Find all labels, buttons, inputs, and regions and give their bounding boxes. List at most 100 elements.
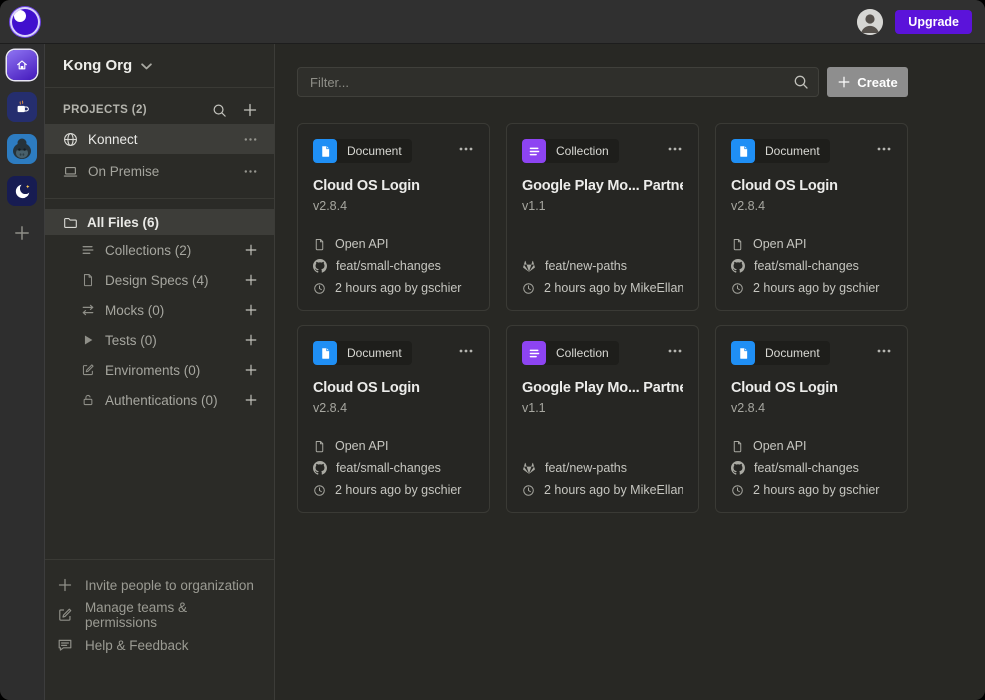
file-type-icon (522, 139, 546, 163)
card-title: Cloud OS Login (731, 178, 892, 194)
sidebar-item-design-specs[interactable]: Design Specs (4) (45, 265, 274, 295)
card-title: Google Play Mo... Partner (522, 380, 683, 396)
card-format: Open API (335, 237, 389, 251)
sidebar-item-konnect[interactable]: Konnect (45, 124, 274, 154)
document-icon (81, 273, 95, 287)
swap-arrows-icon (81, 303, 95, 317)
sidebar-item-authentications[interactable]: Authentications (0) (45, 385, 274, 415)
house-glyph (12, 55, 32, 75)
plus-icon (244, 363, 258, 377)
insomnia-logo-icon[interactable] (10, 7, 40, 37)
card-updated-row: 2 hours ago by MikeEllan... (522, 281, 683, 295)
card-version: v1.1 (522, 199, 683, 213)
card-more-button[interactable] (876, 341, 892, 361)
app-body: Kong Org PROJECTS (2) Konnect (0, 44, 985, 700)
project-more-button[interactable] (243, 132, 258, 147)
search-projects-button[interactable] (212, 103, 227, 118)
sidebar-item-mocks[interactable]: Mocks (0) (45, 295, 274, 325)
sidebar-item-tests[interactable]: Tests (0) (45, 325, 274, 355)
file-card[interactable]: Collection Google Play Mo... Partner v1.… (506, 123, 699, 311)
card-more-button[interactable] (458, 139, 474, 159)
card-format: Open API (753, 237, 807, 251)
sidebar-divider (45, 198, 274, 199)
organization-rail (0, 44, 45, 700)
file-type-icon (522, 341, 546, 365)
add-environment-button[interactable] (244, 363, 258, 377)
file-card[interactable]: Document Cloud OS Login v2.8.4 Open API (297, 123, 490, 311)
file-type-badge: Document (313, 139, 412, 163)
clock-icon (522, 484, 535, 497)
project-more-button[interactable] (243, 164, 258, 179)
all-files-label: All Files (6) (87, 215, 159, 230)
create-button[interactable]: Create (827, 67, 908, 97)
sidebar-item-all-files[interactable]: All Files (6) (45, 209, 274, 235)
add-test-button[interactable] (244, 333, 258, 347)
card-branch-row: feat/small-changes (731, 461, 892, 475)
sidebar-item-collections[interactable]: Collections (2) (45, 235, 274, 265)
github-icon (731, 461, 745, 475)
card-updated: 2 hours ago by MikeEllan... (544, 281, 683, 295)
plus-icon (837, 75, 851, 89)
filter-field-wrap (297, 67, 819, 97)
file-type-icon (731, 341, 755, 365)
card-title: Google Play Mo... Partner (522, 178, 683, 194)
tree-item-label: Tests (0) (105, 333, 234, 348)
document-icon (319, 347, 332, 360)
projects-header: PROJECTS (2) (45, 96, 274, 124)
card-branch-row: feat/small-changes (313, 259, 474, 273)
more-options-icon (667, 343, 683, 359)
plus-icon (57, 577, 73, 593)
sidebar: Kong Org PROJECTS (2) Konnect (45, 44, 275, 700)
card-updated-row: 2 hours ago by gschier (731, 483, 892, 497)
user-avatar[interactable] (857, 9, 883, 35)
card-updated: 2 hours ago by gschier (753, 281, 879, 295)
plus-icon (244, 333, 258, 347)
org-switcher[interactable]: Kong Org (45, 44, 274, 88)
add-design-spec-button[interactable] (244, 273, 258, 287)
moon-app-icon[interactable] (7, 176, 37, 206)
clock-icon (522, 282, 535, 295)
more-options-icon (243, 164, 258, 179)
filter-input[interactable] (297, 67, 819, 97)
card-updated: 2 hours ago by gschier (753, 483, 879, 497)
add-authentication-button[interactable] (244, 393, 258, 407)
card-title: Cloud OS Login (313, 178, 474, 194)
card-more-button[interactable] (458, 341, 474, 361)
manage-teams-button[interactable]: Manage teams & permissions (45, 600, 274, 630)
file-card[interactable]: Document Cloud OS Login v2.8.4 Open API (297, 325, 490, 513)
card-more-button[interactable] (667, 139, 683, 159)
file-type-badge: Collection (522, 139, 619, 163)
card-header: Document (313, 341, 474, 365)
file-card[interactable]: Document Cloud OS Login v2.8.4 Open API (715, 123, 908, 311)
sidebar-item-environments[interactable]: Enviroments (0) (45, 355, 274, 385)
more-options-icon (458, 141, 474, 157)
file-card[interactable]: Collection Google Play Mo... Partner v1.… (506, 325, 699, 513)
card-updated: 2 hours ago by gschier (335, 483, 461, 497)
file-card[interactable]: Document Cloud OS Login v2.8.4 Open API (715, 325, 908, 513)
lock-icon (81, 393, 95, 407)
project-label: On Premise (88, 164, 233, 179)
help-feedback-button[interactable]: Help & Feedback (45, 630, 274, 660)
invite-people-button[interactable]: Invite people to organization (45, 570, 274, 600)
footer-item-label: Help & Feedback (85, 638, 189, 653)
add-project-button[interactable] (242, 102, 258, 118)
footer-item-label: Manage teams & permissions (85, 600, 262, 630)
topbar-right: Upgrade (857, 9, 972, 35)
add-organization-icon[interactable] (7, 218, 37, 248)
tree-item-label: Enviroments (0) (105, 363, 234, 378)
add-collection-button[interactable] (244, 243, 258, 257)
coffee-app-icon[interactable] (7, 92, 37, 122)
sidebar-item-on-premise[interactable]: On Premise (45, 156, 274, 186)
collection-icon (528, 145, 541, 158)
card-more-button[interactable] (876, 139, 892, 159)
plus-icon (244, 243, 258, 257)
upgrade-button[interactable]: Upgrade (895, 10, 972, 34)
gorilla-avatar-icon[interactable] (7, 134, 37, 164)
project-files-grid: Document Cloud OS Login v2.8.4 Open API (297, 123, 985, 513)
card-more-button[interactable] (667, 341, 683, 361)
card-branch: feat/small-changes (754, 259, 859, 273)
card-header: Collection (522, 341, 683, 365)
home-icon[interactable] (7, 50, 37, 80)
add-mock-button[interactable] (244, 303, 258, 317)
card-meta: feat/new-paths 2 hours ago by MikeEllan.… (522, 259, 683, 295)
